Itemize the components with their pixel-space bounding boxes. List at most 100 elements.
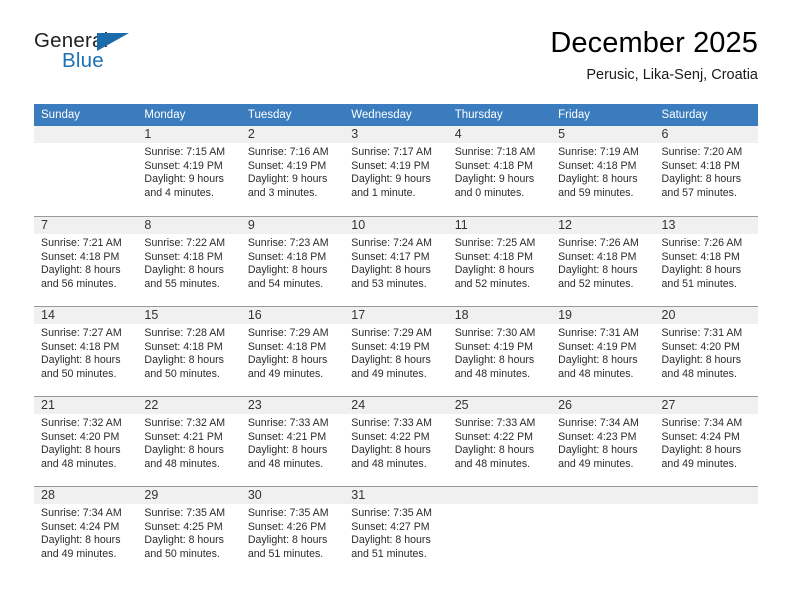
calendar-day[interactable]: 9 Sunrise: 7:23 AM Sunset: 4:18 PM Daylight… (240, 216, 345, 306)
day-sunrise-text: Sunrise: 7:19 AM (558, 146, 639, 158)
day-sun-info: Sunrise: 7:34 AM Sunset: 4:24 PM Daylight:… (662, 417, 751, 471)
day-number: 7 (41, 218, 48, 232)
day-sunset-text: Sunset: 4:21 PM (144, 430, 223, 443)
day-sunset-text: Sunset: 4:18 PM (558, 159, 637, 172)
day-daylight-line2-text: and 4 minutes. (144, 186, 214, 199)
calendar-day[interactable]: 25 Sunrise: 7:33 AM Sunset: 4:22 PM Dayligh… (447, 396, 552, 486)
calendar-day[interactable]: 31 Sunrise: 7:35 AM Sunset: 4:27 PM Dayligh… (344, 486, 448, 576)
calendar-day[interactable]: 12 Sunrise: 7:26 AM Sunset: 4:18 PM Dayligh… (551, 216, 655, 306)
day-sunrise-text: Sunrise: 7:33 AM (454, 417, 536, 429)
day-daylight-line2-text: and 48 minutes. (351, 457, 427, 470)
calendar-day[interactable]: 30 Sunrise: 7:35 AM Sunset: 4:26 PM Dayligh… (240, 486, 345, 576)
day-number-strip (34, 126, 138, 143)
calendar-day[interactable]: 5 Sunrise: 7:19 AM Sunset: 4:18 PM Daylight… (551, 126, 655, 216)
day-number: 10 (351, 218, 366, 232)
day-daylight-line2-text: and 49 minutes. (247, 367, 324, 380)
calendar-cell: 16 Sunrise: 7:29 AM Sunset: 4:18 PM Dayligh… (240, 306, 345, 396)
calendar-week-row: 1 Sunrise: 7:15 AM Sunset: 4:19 PM Daylight… (34, 126, 758, 216)
calendar-day[interactable]: 17 Sunrise: 7:29 AM Sunset: 4:19 PM Dayligh… (344, 306, 448, 396)
calendar-body: 1 Sunrise: 7:15 AM Sunset: 4:19 PM Daylight… (34, 126, 758, 576)
day-number: 3 (351, 127, 359, 141)
calendar-cell: 2 Sunrise: 7:16 AM Sunset: 4:19 PM Daylight… (240, 126, 345, 216)
day-daylight-line1-text: Daylight: 8 hours (144, 534, 224, 547)
day-number: 1 (144, 127, 152, 141)
day-number-strip (551, 487, 655, 504)
calendar-day[interactable]: 8 Sunrise: 7:22 AM Sunset: 4:18 PM Daylight… (137, 216, 241, 306)
day-sun-info: Sunrise: 7:26 AM Sunset: 4:18 PM Daylight:… (662, 237, 751, 291)
day-daylight-line2-text: and 51 minutes. (247, 547, 324, 560)
day-daylight-line2-text: and 57 minutes. (661, 186, 737, 199)
calendar-day[interactable]: 20 Sunrise: 7:31 AM Sunset: 4:20 PM Dayligh… (654, 306, 758, 396)
day-daylight-line1-text: Daylight: 9 hours (351, 173, 431, 186)
day-sunrise-text: Sunrise: 7:20 AM (661, 146, 743, 158)
day-sunrise-text: Sunrise: 7:31 AM (558, 327, 639, 339)
calendar-day[interactable]: 26 Sunrise: 7:34 AM Sunset: 4:23 PM Dayligh… (551, 396, 655, 486)
calendar-day[interactable]: 2 Sunrise: 7:16 AM Sunset: 4:19 PM Daylight… (240, 126, 345, 216)
day-daylight-line2-text: and 54 minutes. (247, 277, 324, 290)
day-number: 8 (144, 218, 152, 232)
day-sun-info: Sunrise: 7:25 AM Sunset: 4:18 PM Daylight:… (455, 237, 544, 291)
day-daylight-line1-text: Daylight: 8 hours (247, 354, 328, 367)
calendar-cell (34, 126, 138, 216)
day-sunrise-text: Sunrise: 7:28 AM (144, 327, 226, 339)
day-number-strip (654, 487, 758, 504)
day-sun-info: Sunrise: 7:34 AM Sunset: 4:23 PM Daylight:… (558, 417, 647, 471)
calendar-day[interactable]: 27 Sunrise: 7:34 AM Sunset: 4:24 PM Dayligh… (654, 396, 758, 486)
calendar-day[interactable]: 6 Sunrise: 7:20 AM Sunset: 4:18 PM Daylight… (654, 126, 758, 216)
calendar-day[interactable]: 4 Sunrise: 7:18 AM Sunset: 4:18 PM Daylight… (447, 126, 552, 216)
calendar-day[interactable]: 29 Sunrise: 7:35 AM Sunset: 4:25 PM Dayligh… (137, 486, 241, 576)
calendar-cell: 3 Sunrise: 7:17 AM Sunset: 4:19 PM Daylight… (344, 126, 448, 216)
calendar-day[interactable]: 18 Sunrise: 7:30 AM Sunset: 4:19 PM Dayligh… (447, 306, 552, 396)
day-daylight-line1-text: Daylight: 8 hours (454, 444, 535, 457)
calendar-header-row: Sunday Monday Tuesday Wednesday Thursday… (34, 104, 758, 126)
calendar-day[interactable]: 28 Sunrise: 7:34 AM Sunset: 4:24 PM Dayligh… (34, 486, 138, 576)
calendar-day[interactable]: 10 Sunrise: 7:24 AM Sunset: 4:17 PM Dayligh… (344, 216, 448, 306)
day-sunrise-text: Sunrise: 7:35 AM (351, 507, 432, 519)
calendar-day[interactable]: 15 Sunrise: 7:28 AM Sunset: 4:18 PM Dayligh… (137, 306, 241, 396)
day-sunrise-text: Sunrise: 7:24 AM (351, 237, 432, 249)
calendar-day[interactable]: 7 Sunrise: 7:21 AM Sunset: 4:18 PM Daylight… (34, 216, 138, 306)
day-daylight-line1-text: Daylight: 8 hours (41, 534, 121, 547)
day-number: 25 (454, 398, 469, 412)
day-daylight-line1-text: Daylight: 8 hours (41, 354, 121, 367)
calendar-day[interactable]: 3 Sunrise: 7:17 AM Sunset: 4:19 PM Daylight… (344, 126, 448, 216)
day-sun-info: Sunrise: 7:35 AM Sunset: 4:26 PM Daylight:… (248, 507, 337, 561)
calendar-day[interactable]: 23 Sunrise: 7:33 AM Sunset: 4:21 PM Dayligh… (240, 396, 345, 486)
day-daylight-line1-text: Daylight: 8 hours (351, 264, 431, 277)
general-blue-logo[interactable]: General Blue (34, 30, 144, 82)
calendar-week-row: 7 Sunrise: 7:21 AM Sunset: 4:18 PM Daylight… (34, 216, 758, 306)
calendar-week-row: 14 Sunrise: 7:27 AM Sunset: 4:18 PM Dayligh… (34, 306, 758, 396)
day-daylight-line1-text: Daylight: 8 hours (558, 354, 638, 367)
day-daylight-line2-text: and 48 minutes. (41, 457, 117, 470)
title-block: December 2025 Perusic, Lika-Senj, Croati… (550, 26, 758, 84)
calendar-day[interactable]: 22 Sunrise: 7:32 AM Sunset: 4:21 PM Dayligh… (137, 396, 241, 486)
day-daylight-line2-text: and 48 minutes. (454, 457, 531, 470)
calendar-day[interactable]: 19 Sunrise: 7:31 AM Sunset: 4:19 PM Dayligh… (551, 306, 655, 396)
calendar-day[interactable]: 21 Sunrise: 7:32 AM Sunset: 4:20 PM Dayligh… (34, 396, 138, 486)
calendar-day[interactable]: 24 Sunrise: 7:33 AM Sunset: 4:22 PM Dayligh… (344, 396, 448, 486)
calendar-cell: 26 Sunrise: 7:34 AM Sunset: 4:23 PM Dayligh… (551, 396, 655, 486)
calendar-day[interactable]: 13 Sunrise: 7:26 AM Sunset: 4:18 PM Dayligh… (654, 216, 758, 306)
calendar-cell: 22 Sunrise: 7:32 AM Sunset: 4:21 PM Dayligh… (137, 396, 241, 486)
day-sun-info: Sunrise: 7:15 AM Sunset: 4:19 PM Daylight:… (144, 146, 233, 200)
day-sunrise-text: Sunrise: 7:32 AM (41, 417, 122, 429)
day-number: 29 (144, 488, 159, 502)
day-sun-info: Sunrise: 7:21 AM Sunset: 4:18 PM Daylight:… (41, 237, 130, 291)
calendar-day[interactable]: 16 Sunrise: 7:29 AM Sunset: 4:18 PM Dayligh… (240, 306, 345, 396)
day-daylight-line2-text: and 48 minutes. (247, 457, 324, 470)
day-number: 12 (558, 218, 573, 232)
day-sunrise-text: Sunrise: 7:33 AM (247, 417, 329, 429)
calendar-day[interactable]: 11 Sunrise: 7:25 AM Sunset: 4:18 PM Dayligh… (447, 216, 552, 306)
calendar-day[interactable]: 1 Sunrise: 7:15 AM Sunset: 4:19 PM Daylight… (137, 126, 241, 216)
calendar-cell: 30 Sunrise: 7:35 AM Sunset: 4:26 PM Dayligh… (240, 486, 345, 576)
day-daylight-line2-text: and 3 minutes. (247, 186, 318, 199)
day-sun-info: Sunrise: 7:26 AM Sunset: 4:18 PM Daylight:… (558, 237, 647, 291)
month-calendar-table: Sunday Monday Tuesday Wednesday Thursday… (34, 104, 758, 576)
calendar-cell: 12 Sunrise: 7:26 AM Sunset: 4:18 PM Dayligh… (551, 216, 655, 306)
day-daylight-line1-text: Daylight: 9 hours (247, 173, 328, 186)
day-daylight-line1-text: Daylight: 8 hours (661, 444, 742, 457)
day-sunset-text: Sunset: 4:22 PM (351, 430, 430, 443)
day-sunrise-text: Sunrise: 7:16 AM (247, 146, 329, 158)
calendar-day[interactable]: 14 Sunrise: 7:27 AM Sunset: 4:18 PM Dayligh… (34, 306, 138, 396)
calendar-cell (551, 486, 655, 576)
